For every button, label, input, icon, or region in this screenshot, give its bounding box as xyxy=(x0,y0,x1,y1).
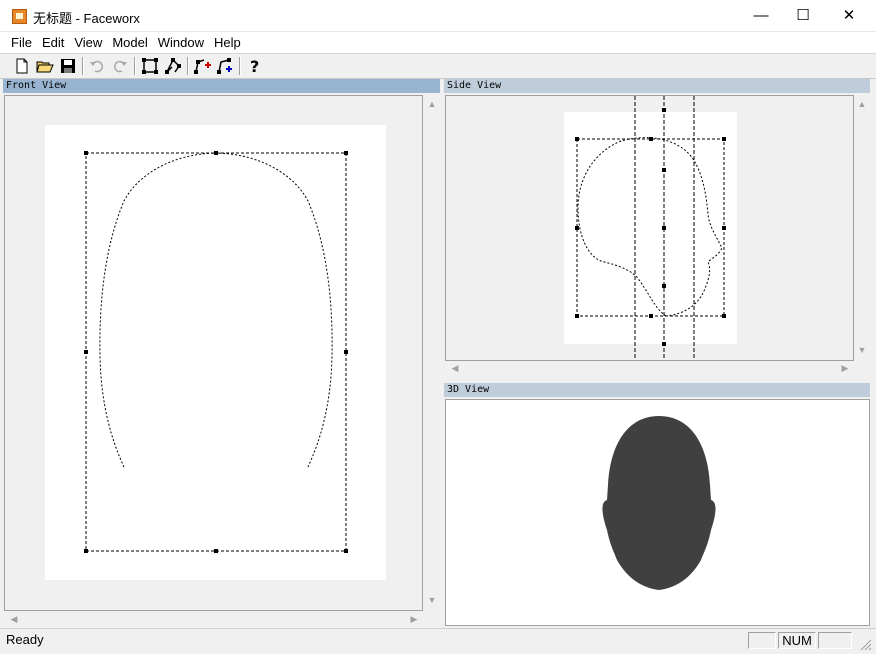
front-vertical-scrollbar[interactable]: ▲ ▼ xyxy=(423,95,440,611)
app-icon[interactable] xyxy=(12,9,27,24)
side-head-contour xyxy=(577,137,723,317)
redo-icon[interactable] xyxy=(110,56,130,76)
edit-contour-icon[interactable] xyxy=(163,56,183,76)
toolbar: ? xyxy=(0,54,876,79)
front-view-title: Front View xyxy=(3,79,440,93)
side-view-canvas[interactable] xyxy=(445,95,854,361)
front-horizontal-scrollbar[interactable]: ◀ ▶ xyxy=(4,611,423,628)
side-vertical-scrollbar[interactable]: ▲ ▼ xyxy=(854,95,870,361)
side-view-title: Side View xyxy=(444,79,870,93)
status-text: Ready xyxy=(6,632,44,647)
side-view-pane: Side View ▲ ▼ ◀ ▶ xyxy=(444,79,870,377)
menu-bar: File Edit View Model Window Help xyxy=(0,32,876,54)
front-view-canvas[interactable] xyxy=(4,95,423,611)
minimize-button[interactable]: — xyxy=(738,0,784,32)
3d-view-canvas[interactable] xyxy=(445,399,870,626)
3d-view-pane: 3D View xyxy=(444,383,870,628)
menu-view[interactable]: View xyxy=(69,32,107,53)
front-view-pane: Front View ▲ ▼ ◀ ▶ xyxy=(3,79,440,628)
status-panel-scroll xyxy=(818,632,852,649)
front-head-contour xyxy=(99,152,333,468)
resize-grip-icon[interactable] xyxy=(858,637,872,651)
status-panel-num: NUM xyxy=(778,632,816,649)
add-point-icon[interactable] xyxy=(192,56,212,76)
select-rect-icon[interactable] xyxy=(140,56,160,76)
open-icon[interactable] xyxy=(35,56,55,76)
side-horizontal-scrollbar[interactable]: ◀ ▶ xyxy=(445,361,854,377)
menu-file[interactable]: File xyxy=(6,32,37,53)
menu-model[interactable]: Model xyxy=(107,32,152,53)
title-bar[interactable]: 无标题 - Faceworx — ☐ ✕ xyxy=(0,0,876,32)
help-icon[interactable]: ? xyxy=(244,56,264,76)
menu-window[interactable]: Window xyxy=(153,32,209,53)
status-panel-caps xyxy=(748,632,776,649)
menu-edit[interactable]: Edit xyxy=(37,32,69,53)
save-icon[interactable] xyxy=(58,56,78,76)
close-button[interactable]: ✕ xyxy=(826,0,872,32)
undo-icon[interactable] xyxy=(87,56,107,76)
window-title: 无标题 - Faceworx xyxy=(33,11,140,26)
3d-head-model[interactable] xyxy=(446,400,871,627)
menu-help[interactable]: Help xyxy=(209,32,246,53)
svg-text:?: ? xyxy=(250,57,259,76)
maximize-button[interactable]: ☐ xyxy=(780,0,826,32)
insert-point-icon[interactable] xyxy=(215,56,235,76)
new-icon[interactable] xyxy=(12,56,32,76)
3d-view-title: 3D View xyxy=(444,383,870,397)
status-bar: Ready NUM xyxy=(0,628,876,654)
